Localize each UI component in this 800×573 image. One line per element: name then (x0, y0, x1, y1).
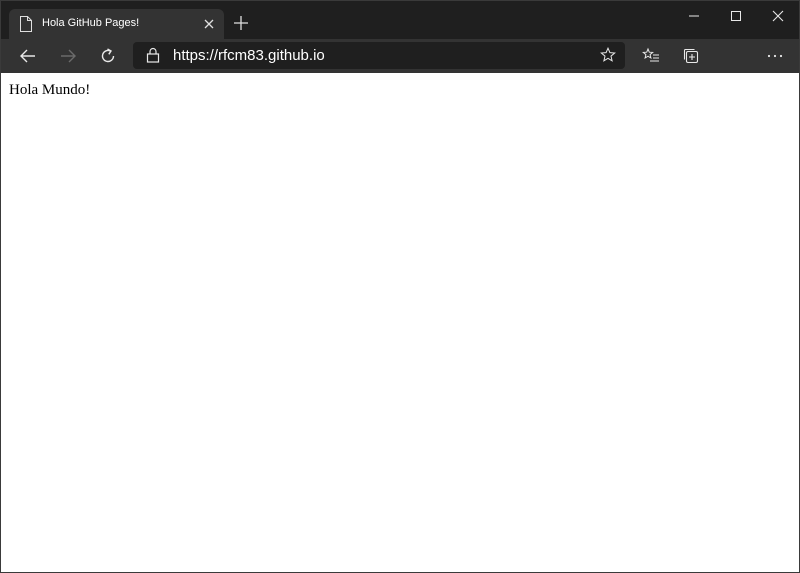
title-bar: Hola GitHub Pages! (1, 1, 799, 39)
minimize-button[interactable] (673, 1, 715, 31)
url-text[interactable]: https://rfcm83.github.io (173, 47, 325, 64)
close-tab-button[interactable] (202, 17, 216, 31)
toolbar: https://rfcm83.github.io (1, 39, 799, 73)
refresh-icon (101, 48, 115, 63)
minimize-icon (689, 15, 699, 17)
collections-button[interactable] (679, 44, 703, 68)
page-icon (20, 16, 32, 32)
lock-icon[interactable] (146, 47, 160, 63)
favorites-button[interactable] (639, 44, 663, 68)
forward-arrow-icon (61, 49, 76, 63)
close-icon (772, 10, 784, 22)
tab-active[interactable]: Hola GitHub Pages! (9, 9, 224, 39)
address-bar[interactable]: https://rfcm83.github.io (133, 42, 625, 69)
refresh-button[interactable] (96, 44, 120, 68)
back-button[interactable] (16, 44, 40, 68)
collections-icon (683, 48, 699, 64)
settings-menu-button[interactable] (763, 44, 787, 68)
window-controls (673, 1, 799, 31)
back-arrow-icon (20, 49, 35, 63)
tab-title: Hola GitHub Pages! (42, 17, 140, 29)
forward-button[interactable] (56, 44, 80, 68)
close-icon (204, 19, 214, 29)
page-viewport: Hola Mundo! (1, 73, 799, 572)
more-icon (767, 54, 783, 58)
browser-window: Hola GitHub Pages! https://rfcm83.github… (0, 0, 800, 573)
page-body-text: Hola Mundo! (9, 82, 91, 98)
plus-icon (234, 16, 248, 30)
maximize-button[interactable] (715, 1, 757, 31)
favorites-icon (642, 47, 659, 62)
maximize-icon (731, 11, 741, 21)
star-icon[interactable] (600, 47, 616, 63)
new-tab-button[interactable] (231, 13, 251, 33)
close-window-button[interactable] (757, 1, 799, 31)
